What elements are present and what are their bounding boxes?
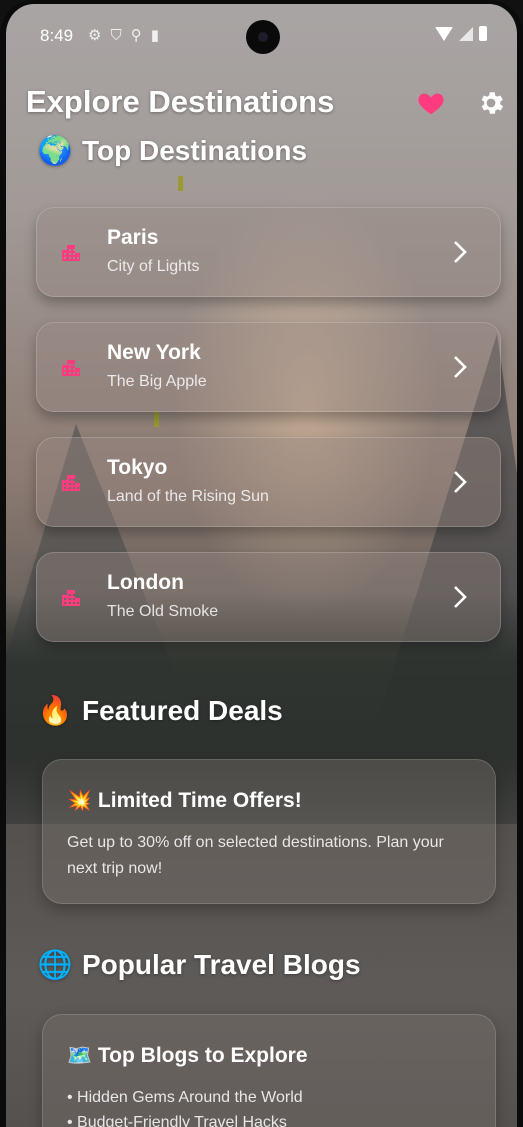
blog-item[interactable]: • Hidden Gems Around the World — [67, 1085, 477, 1110]
usb-icon: ⚲ — [130, 26, 142, 44]
collision-icon: 💥 — [67, 790, 92, 812]
destination-name: Paris — [107, 226, 159, 249]
blog-list: • Hidden Gems Around the World • Budget-… — [67, 1085, 477, 1127]
app-header: Explore Destinations — [26, 84, 506, 128]
map-icon: 🗺️ — [67, 1045, 92, 1067]
background-decor — [178, 176, 183, 191]
status-icons-right — [435, 26, 487, 41]
status-time: 8:49 — [40, 26, 74, 45]
background-decor — [154, 412, 159, 427]
destination-card-tokyo[interactable]: Tokyo Land of the Rising Sun — [36, 437, 501, 527]
chevron-right-icon — [454, 356, 467, 378]
page-title: Explore Destinations — [26, 84, 335, 119]
wifi-icon — [435, 26, 453, 41]
gear-icon: ⚙ — [88, 26, 102, 44]
settings-button[interactable] — [476, 88, 506, 118]
destination-subtitle: The Old Smoke — [107, 603, 219, 620]
city-icon — [62, 360, 80, 376]
shield-icon: ⛉ — [110, 26, 122, 44]
chevron-right-icon — [454, 586, 467, 608]
city-icon — [62, 475, 80, 491]
destination-subtitle: The Big Apple — [107, 373, 207, 390]
destination-subtitle: City of Lights — [107, 258, 200, 275]
section-title-text: Popular Travel Blogs — [82, 948, 361, 980]
front-camera — [246, 20, 280, 54]
blog-item[interactable]: • Budget-Friendly Travel Hacks — [67, 1110, 477, 1127]
heart-icon — [418, 93, 444, 115]
globe-network-icon: 🌐 — [37, 949, 73, 980]
section-title-text: Featured Deals — [82, 694, 283, 726]
gear-icon — [481, 92, 504, 114]
section-title-text: Top Destinations — [82, 134, 308, 166]
chevron-right-icon — [454, 241, 467, 263]
signal-icon — [459, 26, 473, 41]
city-icon — [62, 590, 80, 606]
deals-card-body: Get up to 30% off on selected destinatio… — [67, 834, 444, 877]
sd-card-icon: ▮ — [150, 26, 159, 44]
fire-icon: 🔥 — [37, 695, 73, 726]
favorite-button[interactable] — [416, 88, 446, 118]
destination-subtitle: Land of the Rising Sun — [107, 488, 269, 505]
battery-icon — [479, 26, 487, 41]
destination-card-new-york[interactable]: New York The Big Apple — [36, 322, 501, 412]
chevron-right-icon — [454, 471, 467, 493]
deals-card[interactable]: 💥 Limited Time Offers! Get up to 30% off… — [42, 759, 496, 904]
deals-card-title: 💥 Limited Time Offers! — [67, 788, 302, 813]
destination-name: New York — [107, 341, 201, 364]
blogs-card-title-text: Top Blogs to Explore — [97, 1043, 308, 1067]
globe-icon: 🌍 — [37, 135, 73, 166]
blogs-card[interactable]: 🗺️ Top Blogs to Explore • Hidden Gems Ar… — [42, 1014, 496, 1127]
section-title-featured-deals: 🔥 Featured Deals — [36, 694, 283, 727]
status-icons-left: ⚙ ⛉ ⚲ ▮ — [88, 26, 159, 44]
city-icon — [62, 245, 80, 261]
blogs-card-title: 🗺️ Top Blogs to Explore — [67, 1043, 308, 1068]
destination-card-london[interactable]: London The Old Smoke — [36, 552, 501, 642]
section-title-top-destinations: 🌍 Top Destinations — [36, 134, 307, 167]
app-screen: 8:49 ⚙ ⛉ ⚲ ▮ Explore Destinations 🌍 Top … — [0, 0, 523, 1127]
section-title-travel-blogs: 🌐 Popular Travel Blogs — [36, 948, 361, 981]
deals-card-title-text: Limited Time Offers! — [97, 788, 302, 812]
destination-name: Tokyo — [107, 456, 168, 479]
destination-card-paris[interactable]: Paris City of Lights — [36, 207, 501, 297]
destination-name: London — [107, 571, 184, 594]
status-bar: 8:49 ⚙ ⛉ ⚲ ▮ — [6, 18, 517, 58]
